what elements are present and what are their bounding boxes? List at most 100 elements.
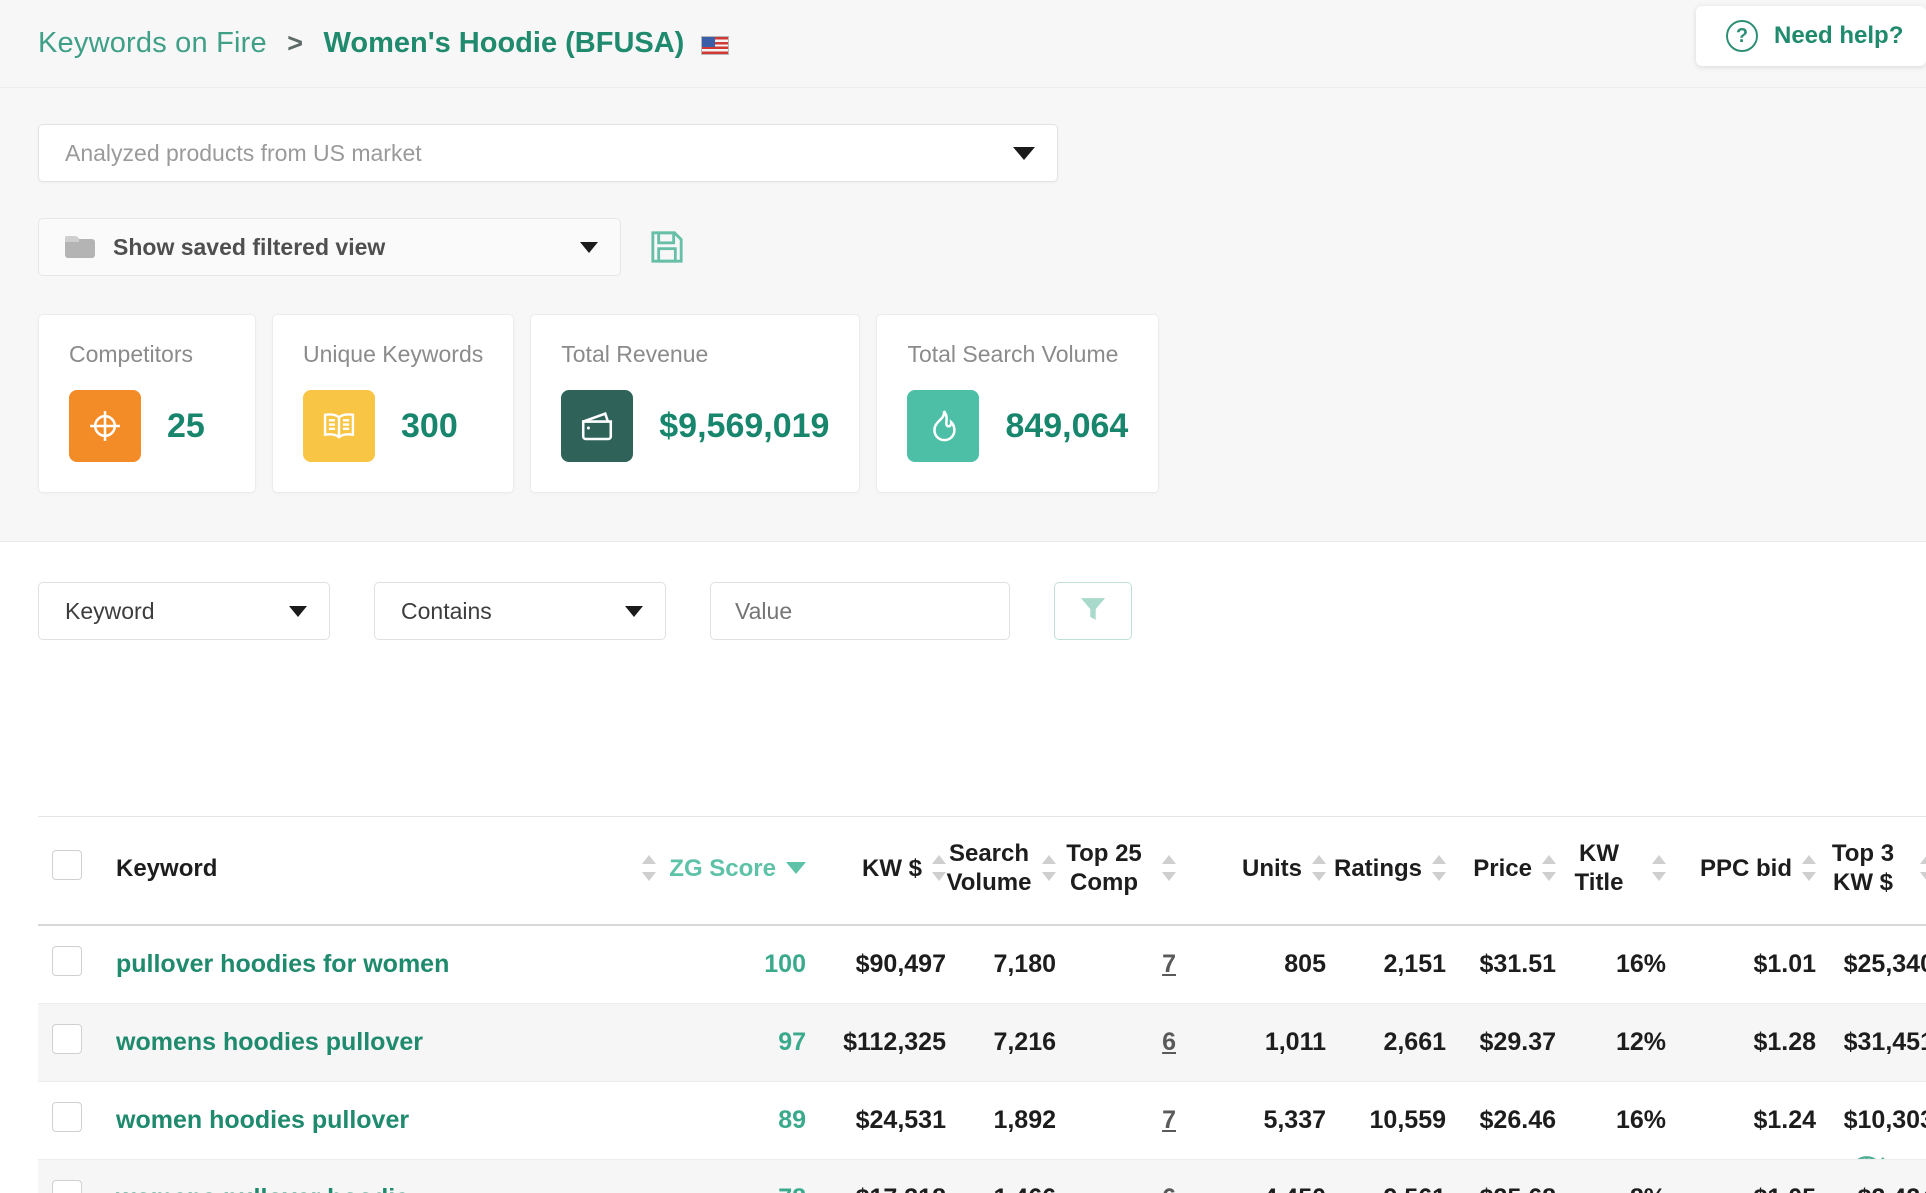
cell-top-25-comp[interactable]: 7: [1056, 924, 1176, 1004]
stat-card-value: $9,569,019: [659, 406, 830, 445]
sort-icon: [1542, 853, 1556, 883]
row-checkbox-cell: [38, 924, 116, 1004]
cell-search-volume: 1,892: [946, 1081, 1056, 1160]
filter-value-input[interactable]: [710, 582, 1010, 640]
filter-field-select[interactable]: Keyword: [38, 582, 330, 640]
page-root: Keywords on Fire > Women's Hoodie (BFUSA…: [0, 0, 1926, 1193]
cell-zg-score: 89: [656, 1081, 806, 1160]
column-header-price[interactable]: Price: [1446, 815, 1556, 926]
cell-ppc-bid: $1.28: [1666, 1003, 1816, 1082]
stat-card-competitors: Competitors 25: [38, 314, 256, 493]
table-row[interactable]: womens hoodies pullover 97 $112,325 7,21…: [38, 1003, 1926, 1082]
need-help-label: Need help?: [1774, 22, 1904, 49]
column-label: PPC bid: [1699, 854, 1792, 882]
column-header-ratings[interactable]: Ratings: [1326, 815, 1446, 926]
question-mark-icon: ?: [1726, 20, 1758, 52]
top-25-comp-link[interactable]: 6: [1162, 1184, 1176, 1193]
column-header-zg-score[interactable]: ZG Score: [656, 815, 806, 926]
column-header-kw-dollars[interactable]: KW $: [806, 815, 946, 926]
select-all-checkbox[interactable]: [52, 849, 82, 880]
cell-price: $31.51: [1446, 924, 1556, 1004]
column-header-top-25-comp[interactable]: Top 25 Comp: [1056, 815, 1176, 926]
cell-top-3-kw: $2,424: [1816, 1159, 1926, 1193]
cell-kw-dollars: $17,318: [806, 1159, 946, 1193]
stat-cards: Competitors 25 Unique Keywords 300 Total…: [38, 314, 1926, 493]
sort-descending-icon: [786, 853, 806, 883]
need-help-button[interactable]: ? Need help?: [1696, 6, 1926, 66]
crosshair-target-icon: [69, 390, 141, 462]
column-header-top-3-kw[interactable]: Top 3 KW $: [1816, 815, 1926, 926]
saved-filtered-view-select[interactable]: Show saved filtered view: [38, 218, 621, 276]
cell-zg-score: 100: [656, 924, 806, 1004]
top-25-comp-link[interactable]: 6: [1162, 1028, 1176, 1056]
top-25-comp-link[interactable]: 7: [1162, 1106, 1176, 1134]
keywords-table-wrap: Keyword ZG Score KW $ Search Volume Top …: [0, 815, 1926, 1193]
top-25-comp-link[interactable]: 7: [1162, 950, 1176, 978]
column-label: Search Volume: [946, 840, 1032, 897]
market-select[interactable]: Analyzed products from US market: [38, 124, 1058, 182]
chevron-down-icon: [625, 605, 643, 617]
column-header-kw-title[interactable]: KW Title: [1556, 815, 1666, 926]
column-label: ZG Score: [669, 854, 776, 882]
cell-keyword[interactable]: women hoodies pullover: [116, 1081, 656, 1160]
stat-card-total-revenue: Total Revenue $9,569,019: [530, 314, 861, 493]
top-header: Keywords on Fire > Women's Hoodie (BFUSA…: [0, 0, 1926, 88]
cell-units: 5,337: [1176, 1081, 1326, 1160]
row-checkbox[interactable]: [52, 1023, 82, 1054]
cell-ppc-bid: $1.05: [1666, 1159, 1816, 1193]
row-checkbox-cell: [38, 1159, 116, 1193]
breadcrumb-root-link[interactable]: Keywords on Fire: [38, 27, 267, 59]
cell-kw-title: 16%: [1556, 1081, 1666, 1160]
cell-keyword[interactable]: pullover hoodies for women: [116, 924, 656, 1004]
table-row[interactable]: women hoodies pullover 89 $24,531 1,892 …: [38, 1081, 1926, 1160]
cell-top-25-comp[interactable]: 7: [1056, 1081, 1176, 1160]
cell-kw-title: 16%: [1556, 924, 1666, 1004]
cell-zg-score: 97: [656, 1003, 806, 1082]
cell-units: 4,450: [1176, 1159, 1326, 1193]
column-label: Units: [1242, 854, 1302, 882]
table-row[interactable]: pullover hoodies for women 100 $90,497 7…: [38, 924, 1926, 1004]
column-header-sort-keyword[interactable]: [536, 815, 656, 926]
cell-units: 805: [1176, 924, 1326, 1004]
row-checkbox-cell: [38, 1003, 116, 1082]
cell-keyword[interactable]: womens pullover hoodie: [116, 1159, 656, 1193]
flame-icon: [907, 390, 980, 462]
cell-top-3-kw: $31,451: [1816, 1003, 1926, 1082]
floppy-disk-save-icon[interactable]: [647, 227, 687, 267]
sort-icon: [642, 853, 656, 883]
stat-card-caption: Total Revenue: [561, 341, 709, 367]
market-select-value: Analyzed products from US market: [65, 139, 422, 166]
cell-top-25-comp[interactable]: 6: [1056, 1159, 1176, 1193]
stat-card-value: 300: [401, 406, 458, 445]
cell-ppc-bid: $1.24: [1666, 1081, 1816, 1160]
row-checkbox[interactable]: [52, 1179, 82, 1193]
stat-card-caption: Total Search Volume: [907, 341, 1119, 367]
cell-ratings: 2,661: [1326, 1003, 1446, 1082]
select-all-header: [38, 815, 116, 926]
sort-icon: [1162, 853, 1176, 883]
stat-card-caption: Unique Keywords: [303, 341, 484, 367]
column-label: Ratings: [1333, 854, 1422, 882]
cell-ratings: 9,561: [1326, 1159, 1446, 1193]
apply-filter-button[interactable]: [1054, 582, 1132, 640]
cell-ppc-bid: $1.01: [1666, 924, 1816, 1004]
folder-icon: [65, 236, 95, 258]
row-checkbox[interactable]: [52, 945, 82, 976]
cell-price: $29.37: [1446, 1003, 1556, 1082]
column-header-ppc-bid[interactable]: PPC bid: [1666, 815, 1816, 926]
funnel-filter-icon: [1076, 592, 1110, 631]
row-checkbox[interactable]: [52, 1101, 82, 1132]
summary-panel: Analyzed products from US market Show sa…: [0, 88, 1926, 542]
cell-top-25-comp[interactable]: 6: [1056, 1003, 1176, 1082]
column-header-search-volume[interactable]: Search Volume: [946, 815, 1056, 926]
cell-keyword[interactable]: womens hoodies pullover: [116, 1003, 656, 1082]
column-header-keyword[interactable]: Keyword: [116, 815, 536, 926]
table-row[interactable]: womens pullover hoodie 78 $17,318 1,466 …: [38, 1159, 1926, 1193]
cell-kw-title: 12%: [1556, 1003, 1666, 1082]
chevron-down-icon: [1013, 146, 1035, 160]
cell-price: $25.68: [1446, 1159, 1556, 1193]
filter-operator-select[interactable]: Contains: [374, 582, 666, 640]
cell-top-3-kw: $25,340: [1816, 924, 1926, 1004]
column-label: KW Title: [1574, 840, 1624, 897]
column-header-units[interactable]: Units: [1176, 815, 1326, 926]
